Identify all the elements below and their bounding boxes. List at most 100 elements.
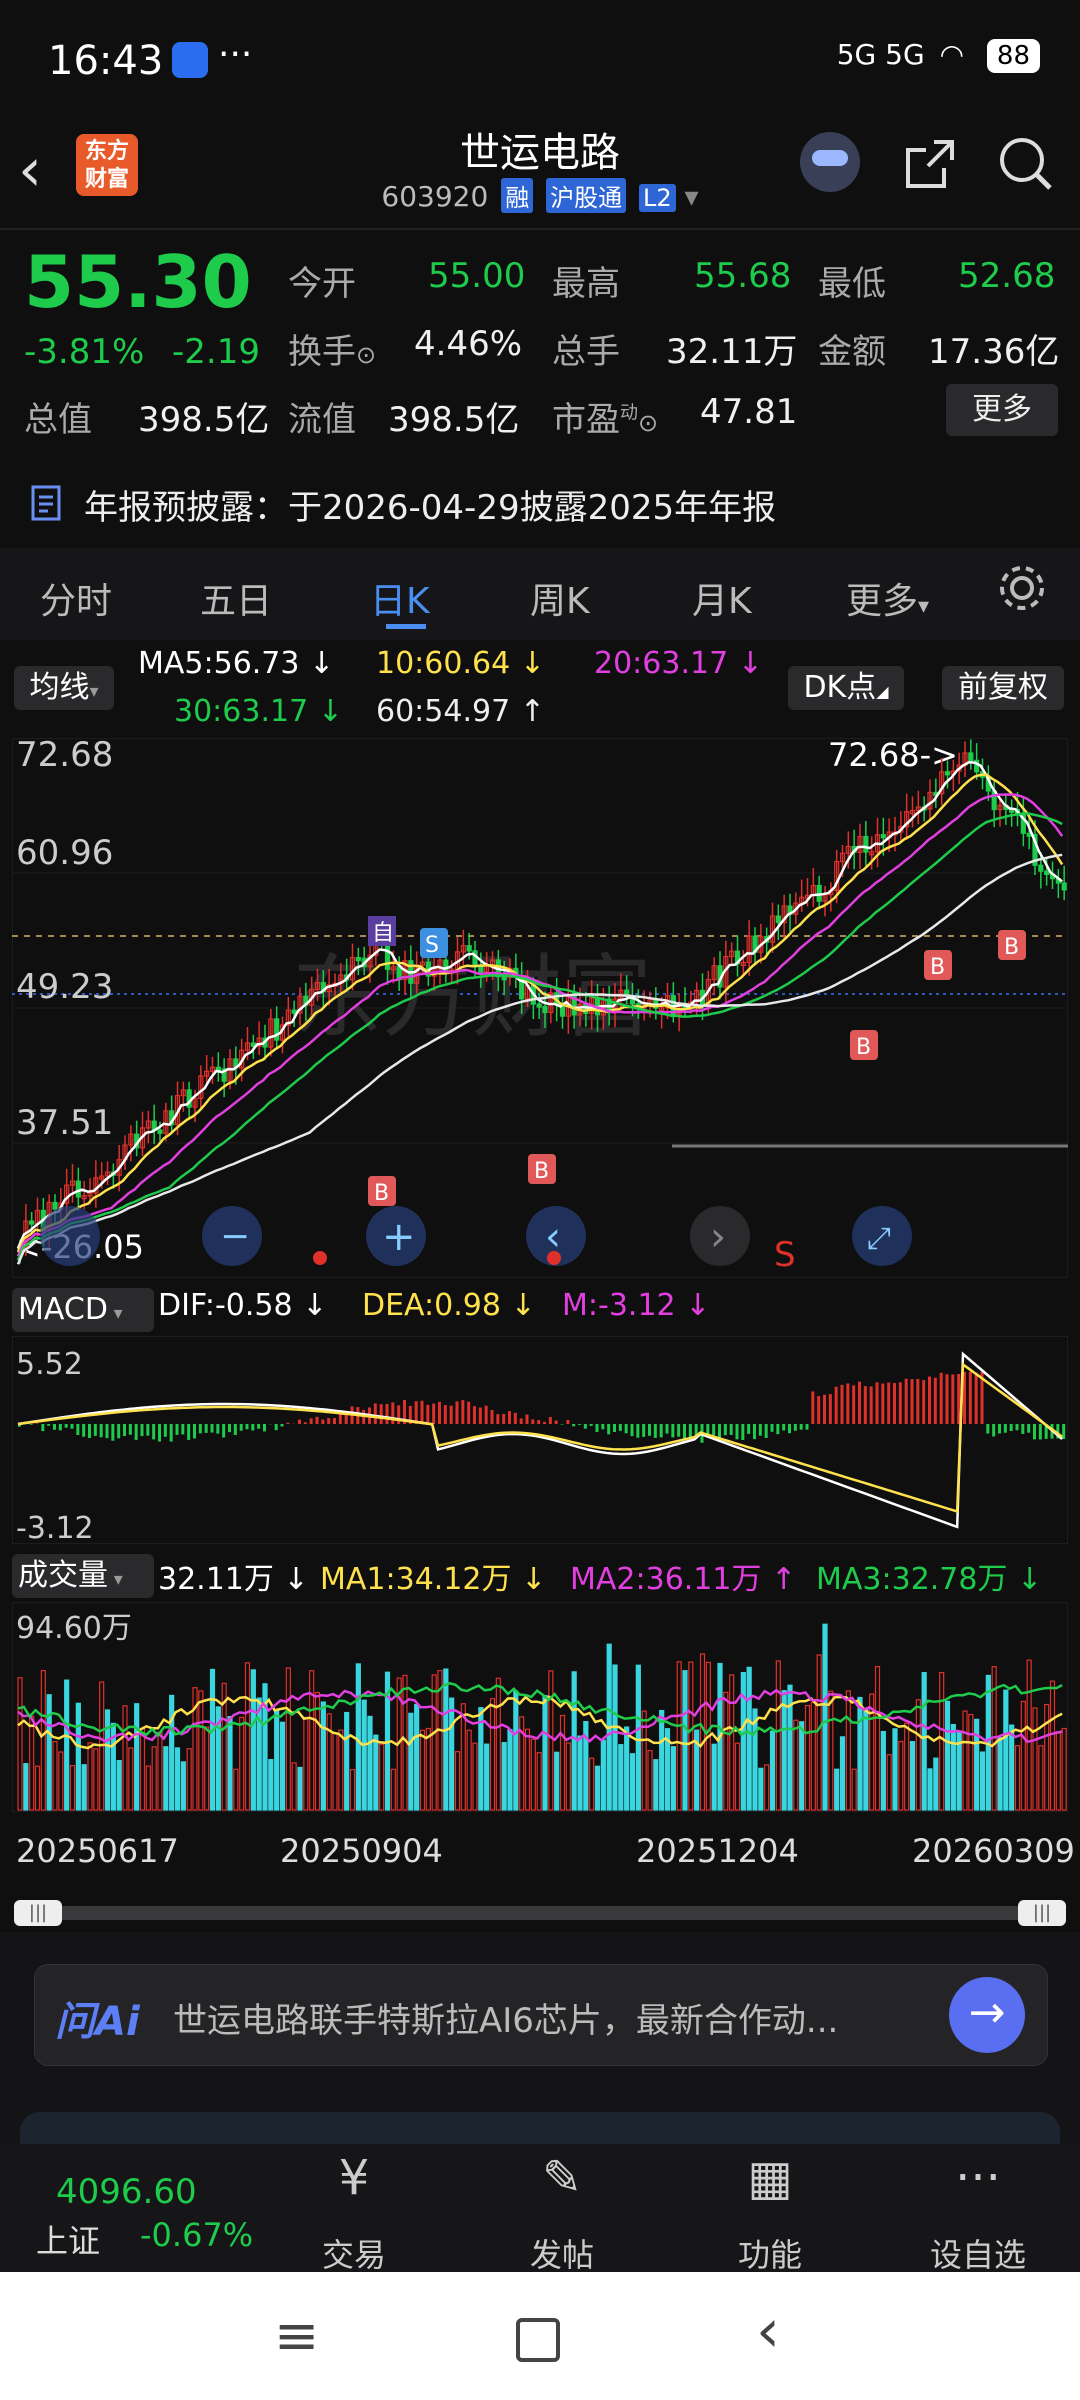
volume-bar (839, 1736, 846, 1811)
volume-selector[interactable]: 成交量 ▾ (12, 1554, 154, 1598)
macd-bar (589, 1424, 593, 1426)
low-value: 52.68 (958, 256, 1056, 296)
macd-bar (659, 1424, 663, 1438)
more-stats-button[interactable]: 更多 (946, 384, 1058, 436)
nav-add-watchlist[interactable]: 设自选 (918, 2230, 1038, 2276)
pe-label[interactable]: 市盈动⊙ (552, 392, 658, 441)
index-name: 上证 (36, 2222, 101, 2260)
svg-text:›: › (710, 1214, 726, 1260)
ma20-label: 20:63.17 ↓ (594, 646, 763, 681)
macd-bar (928, 1376, 931, 1424)
volume-bar (279, 1721, 286, 1811)
macd-bar (140, 1424, 144, 1437)
macd-bar (858, 1381, 861, 1424)
menu-icon[interactable]: ≡ (274, 2304, 319, 2367)
macd-bar (379, 1404, 383, 1424)
volume-bar (355, 1663, 361, 1811)
share-icon[interactable] (900, 134, 960, 194)
macd-bar (99, 1424, 103, 1438)
macd-bar (776, 1424, 780, 1435)
svg-text:−: − (220, 1216, 250, 1257)
tab-intraday[interactable]: 分时 (40, 572, 112, 624)
tab-weekly-k[interactable]: 周K (530, 572, 590, 624)
macd-bar (677, 1424, 681, 1437)
ma-selector[interactable]: 均线▾ (14, 666, 114, 710)
volume-bar (104, 1709, 111, 1811)
macd-bar (321, 1419, 325, 1424)
tab-daily-k[interactable]: 日K (370, 572, 430, 624)
volume-bar (174, 1747, 181, 1811)
volume-bar (169, 1694, 175, 1811)
candle-body (157, 1129, 163, 1134)
macd-bar (624, 1424, 628, 1434)
macd-bar (1009, 1424, 1013, 1432)
notice-bar[interactable]: 年报预披露：于2026-04-29披露2025年年报 (0, 464, 1080, 542)
macd-bar (881, 1383, 885, 1424)
range-track (14, 1906, 1066, 1920)
macd-bar (753, 1424, 756, 1440)
tab-indicator (386, 624, 426, 629)
macd-selector[interactable]: MACD ▾ (12, 1288, 154, 1332)
volume-bar (659, 1709, 665, 1811)
macd-ymin: -3.12 (16, 1511, 94, 1544)
range-handle-left[interactable]: ||| (14, 1900, 62, 1926)
nav-functions[interactable]: 功能 (710, 2230, 830, 2276)
macd-bar (583, 1424, 587, 1429)
macd-bar (47, 1424, 51, 1426)
tab-monthly-k[interactable]: 月K (692, 572, 752, 624)
svg-text:自: 自 (372, 921, 394, 946)
macd-bar (723, 1424, 727, 1436)
macd-bar (665, 1424, 669, 1434)
macd-bar (134, 1424, 138, 1440)
macd-bar (811, 1391, 815, 1424)
volume-bar (297, 1766, 303, 1811)
macd-bar (828, 1394, 832, 1424)
search-icon[interactable] (996, 134, 1056, 194)
date-label-1: 20250617 (16, 1832, 179, 1870)
macd-bar (933, 1377, 937, 1424)
volume-bar (758, 1767, 764, 1811)
macd-chart[interactable]: 5.52 -3.12 (12, 1336, 1068, 1544)
kline-chart[interactable]: 东方财富 72.68 60.96 49.23 37.51 72.68-> <-2… (12, 738, 1068, 1278)
macd-bar (333, 1418, 336, 1424)
macd-bar (158, 1424, 161, 1442)
macd-bar (741, 1424, 745, 1440)
volume-bar (501, 1742, 507, 1811)
gear-icon[interactable] (996, 562, 1048, 614)
adjust-button[interactable]: 前复权 (942, 666, 1064, 710)
macd-bar (916, 1378, 920, 1424)
dk-point-button[interactable]: DK点◢ (788, 666, 904, 710)
candle-body (944, 771, 951, 776)
tab-five-day[interactable]: 五日 (200, 572, 272, 624)
volume-bar (781, 1690, 787, 1811)
macd-bar (239, 1424, 243, 1431)
macd-bar (799, 1424, 803, 1430)
tab-more[interactable]: 更多▾ (846, 572, 929, 624)
macd-bar (893, 1383, 896, 1424)
macd-bar (449, 1405, 453, 1424)
robot-assistant-icon[interactable] (800, 132, 860, 192)
nav-post[interactable]: 发帖 (502, 2230, 622, 2276)
ai-question-bar[interactable]: 问Ai 世运电路联手特斯拉AI6芯片，最新合作动... → (34, 1964, 1048, 2066)
back-nav-icon[interactable]: ‹ (756, 2296, 780, 2366)
nav-trade[interactable]: 交易 (294, 2230, 414, 2276)
turnover-label[interactable]: 换手⊙ (288, 324, 376, 373)
macd-bar (834, 1386, 838, 1424)
volume-chart[interactable]: 94.60万 (12, 1602, 1068, 1812)
home-icon[interactable] (516, 2318, 560, 2362)
macd-bar (572, 1424, 576, 1427)
tag-connect: 沪股通 (546, 178, 627, 213)
volume-ma3: MA3:32.78万 ↓ (816, 1562, 1043, 1597)
macd-bar (992, 1424, 996, 1437)
volume-bar (554, 1751, 560, 1811)
high-marker: 72.68-> (828, 738, 958, 774)
range-handle-right[interactable]: ||| (1018, 1900, 1066, 1926)
macd-bar (758, 1424, 762, 1436)
index-ticker[interactable]: 4096.60 上证 -0.67% (0, 2144, 270, 2274)
ai-prompt: 世运电路联手特斯拉AI6芯片，最新合作动... (173, 2001, 839, 2041)
macd-bar (228, 1424, 231, 1433)
volume-bar (635, 1664, 641, 1811)
float-value: 398.5亿 (388, 400, 520, 440)
arrow-right-icon[interactable]: → (949, 1977, 1025, 2053)
macd-bar (922, 1380, 926, 1424)
